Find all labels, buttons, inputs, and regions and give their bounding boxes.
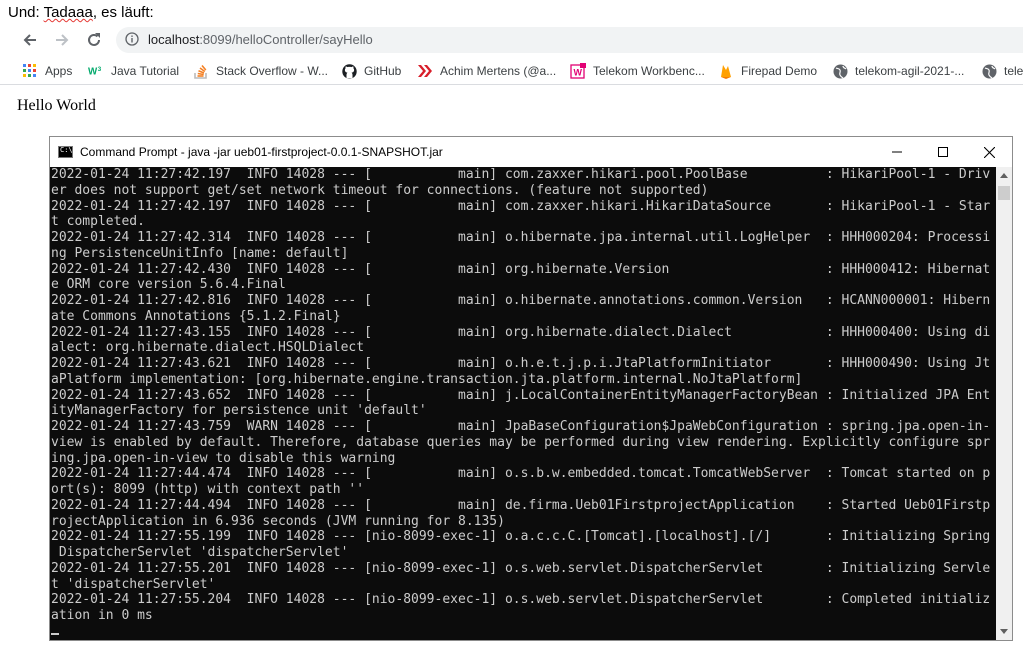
bookmark-label: Java Tutorial bbox=[111, 64, 180, 78]
console-line: rojectApplication in 6.936 seconds (JVM … bbox=[51, 513, 505, 529]
scroll-up-button[interactable] bbox=[996, 167, 1012, 184]
console-line: er does not support get/set network time… bbox=[51, 182, 709, 198]
url-path: :8099/helloController/sayHello bbox=[199, 32, 373, 47]
bookmarks-bar: Apps W3 Java Tutorial Stack Overflow - W… bbox=[0, 58, 1023, 85]
console-line: 2022-01-24 11:27:55.201 INFO 14028 --- [… bbox=[51, 560, 991, 576]
console-line: 2022-01-24 11:27:43.155 INFO 14028 --- [… bbox=[51, 324, 991, 340]
console-line: 2022-01-24 11:27:42.197 INFO 14028 --- [… bbox=[51, 167, 991, 182]
bookmark-label: tele bbox=[1004, 64, 1023, 78]
globe-icon bbox=[832, 63, 848, 79]
svg-text:3: 3 bbox=[98, 66, 102, 73]
text-cursor bbox=[51, 632, 59, 635]
console-line: 2022-01-24 11:27:43.652 INFO 14028 --- [… bbox=[51, 387, 991, 403]
bookmark-label: GitHub bbox=[364, 64, 402, 78]
scroll-down-button[interactable] bbox=[996, 623, 1012, 640]
console-line: 2022-01-24 11:27:42.197 INFO 14028 --- [… bbox=[51, 198, 991, 214]
console-line: ation in 0 ms bbox=[51, 608, 153, 623]
bookmark-github[interactable]: GitHub bbox=[341, 62, 401, 80]
console-line: 2022-01-24 11:27:43.759 WARN 14028 --- [… bbox=[51, 419, 991, 434]
svg-text:W: W bbox=[574, 68, 583, 78]
console-line: DispatcherServlet 'dispatcherServlet' bbox=[51, 545, 349, 560]
bookmark-stack-overflow[interactable]: Stack Overflow - W... bbox=[193, 62, 328, 80]
caption-word: Tadaaa bbox=[43, 4, 93, 21]
vertical-scrollbar[interactable] bbox=[996, 167, 1012, 640]
bookmark-java-tutorial[interactable]: W3 Java Tutorial bbox=[88, 62, 179, 80]
console-line: aPlatform implementation: [org.hibernate… bbox=[51, 371, 803, 387]
command-prompt-window: Command Prompt - java -jar ueb01-firstpr… bbox=[49, 136, 1013, 641]
bookmark-telekom-workbench[interactable]: W Telekom Workbenc... bbox=[570, 62, 705, 80]
apps-grid-icon bbox=[22, 63, 38, 79]
console-line: 2022-01-24 11:27:42.314 INFO 14028 --- [… bbox=[51, 230, 991, 245]
console-line: alect: org.hibernate.dialect.HSQLDialect bbox=[51, 340, 365, 356]
window-title: Command Prompt - java -jar ueb01-firstpr… bbox=[80, 145, 443, 159]
reload-icon[interactable] bbox=[82, 28, 106, 52]
console-line: 2022-01-24 11:27:43.621 INFO 14028 --- [… bbox=[51, 356, 991, 371]
console-text: 2022-01-24 11:27:42.197 INFO 14028 --- [… bbox=[50, 167, 996, 640]
telekom-icon: W bbox=[570, 63, 586, 79]
close-button[interactable] bbox=[966, 137, 1012, 167]
url-host: localhost bbox=[148, 32, 200, 47]
maximize-button[interactable] bbox=[920, 137, 966, 167]
console-line: ing.jpa.open-in-view to disable this war… bbox=[51, 450, 396, 466]
minimize-button[interactable] bbox=[874, 137, 920, 167]
bookmark-label: Achim Mertens (@a... bbox=[440, 64, 557, 78]
console-line: t 'dispatcherServlet' bbox=[51, 576, 216, 592]
console-line: 2022-01-24 11:27:42.816 INFO 14028 --- [… bbox=[51, 293, 991, 308]
back-arrow-icon[interactable] bbox=[18, 28, 42, 52]
forward-arrow-icon[interactable] bbox=[50, 28, 74, 52]
page-body-text: Hello World bbox=[17, 97, 96, 114]
address-bar[interactable]: localhost:8099/helloController/sayHello bbox=[116, 27, 1023, 53]
bookmark-label: Firepad Demo bbox=[741, 64, 818, 78]
console-line: t completed. bbox=[51, 214, 145, 230]
scrollbar-thumb[interactable] bbox=[998, 186, 1010, 200]
caption: Und: Tadaaa, es läuft: bbox=[8, 4, 154, 21]
scroll-up-arrow-icon bbox=[1000, 173, 1008, 178]
bookmark-achim-mertens[interactable]: Achim Mertens (@a... bbox=[417, 62, 556, 80]
maximize-icon bbox=[938, 147, 948, 157]
bookmark-apps[interactable]: Apps bbox=[22, 62, 72, 80]
console-line: 2022-01-24 11:27:55.204 INFO 14028 --- [… bbox=[51, 592, 991, 608]
console-line: 2022-01-24 11:27:55.199 INFO 14028 --- [… bbox=[51, 529, 991, 545]
cmd-app-icon bbox=[58, 146, 73, 158]
scroll-down-arrow-icon bbox=[1000, 629, 1008, 634]
console-output[interactable]: 2022-01-24 11:27:42.197 INFO 14028 --- [… bbox=[50, 167, 996, 640]
w3schools-icon: W3 bbox=[88, 63, 104, 79]
site-info-icon[interactable] bbox=[125, 32, 139, 46]
minimize-icon bbox=[892, 151, 902, 153]
bookmark-label: Stack Overflow - W... bbox=[216, 64, 329, 78]
stackoverflow-icon bbox=[193, 63, 209, 79]
console-line: 2022-01-24 11:27:44.474 INFO 14028 --- [… bbox=[51, 466, 991, 482]
console-line: 2022-01-24 11:27:44.494 INFO 14028 --- [… bbox=[51, 497, 991, 513]
firepad-icon bbox=[718, 63, 734, 79]
github-icon bbox=[341, 63, 357, 79]
bookmark-telekom-agil[interactable]: telekom-agil-2021-... bbox=[832, 62, 964, 80]
url-text[interactable]: localhost:8099/helloController/sayHello bbox=[148, 32, 373, 47]
globe-icon bbox=[981, 63, 997, 79]
bookmark-label: telekom-agil-2021-... bbox=[855, 64, 965, 78]
console-line: ort(s): 8099 (http) with context path '' bbox=[51, 482, 365, 497]
svg-text:W: W bbox=[88, 67, 98, 78]
console-line: e ORM core version 5.6.4.Final bbox=[51, 277, 286, 293]
console-line: ate Commons Annotations {5.1.2.Final} bbox=[51, 308, 341, 324]
window-titlebar[interactable]: Command Prompt - java -jar ueb01-firstpr… bbox=[50, 137, 1012, 167]
console-cursor-line bbox=[51, 624, 996, 640]
close-icon bbox=[983, 146, 995, 158]
bookmark-label: Apps bbox=[45, 64, 73, 78]
caption-suffix: , es läuft: bbox=[92, 4, 154, 21]
chevrons-icon bbox=[417, 63, 433, 79]
bookmark-firepad-demo[interactable]: Firepad Demo bbox=[718, 62, 817, 80]
caption-prefix: Und: bbox=[8, 4, 44, 21]
bookmark-tele[interactable]: tele bbox=[981, 62, 1023, 80]
bookmark-label: Telekom Workbenc... bbox=[593, 64, 705, 78]
console-line: 2022-01-24 11:27:42.430 INFO 14028 --- [… bbox=[51, 261, 991, 277]
console-line: view is enabled by default. Therefore, d… bbox=[51, 434, 991, 450]
console-line: ityManagerFactory for persistence unit '… bbox=[51, 403, 427, 419]
console-line: ng PersistenceUnitInfo [name: default] bbox=[51, 245, 349, 261]
